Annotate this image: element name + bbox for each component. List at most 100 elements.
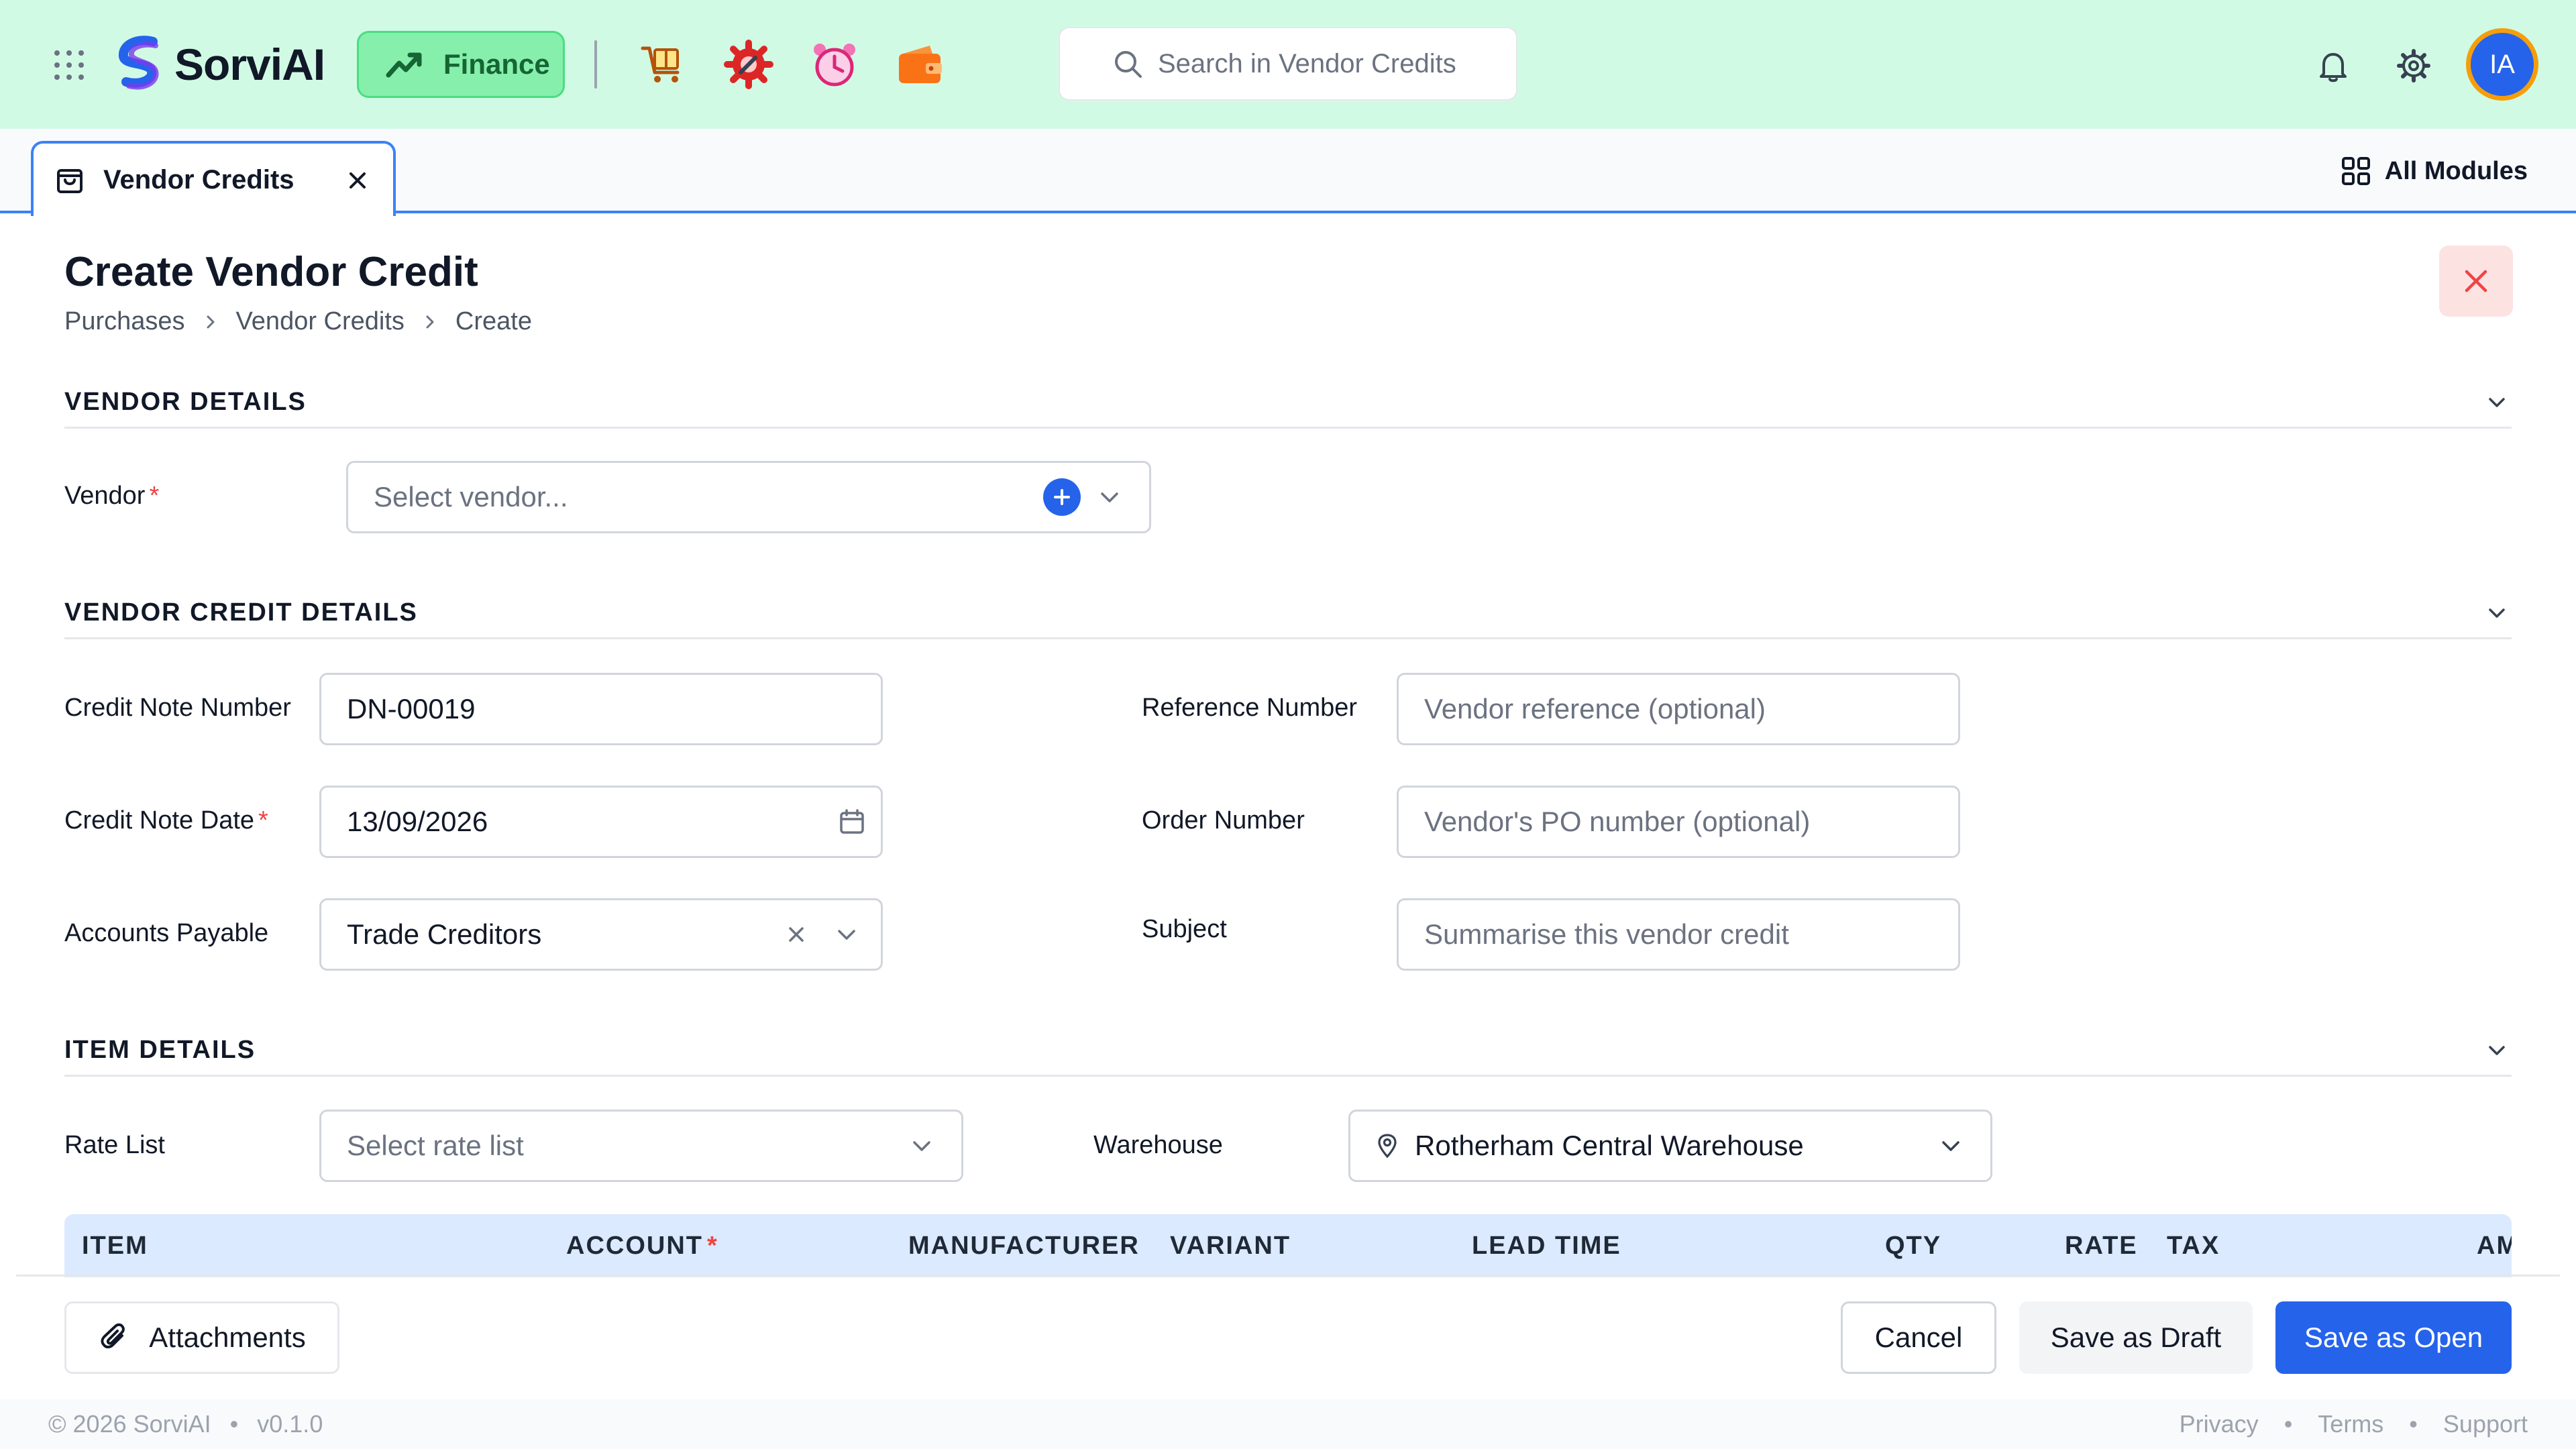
location-pin-icon: [1378, 1134, 1397, 1159]
order-number-label: Order Number: [1142, 806, 1305, 835]
column-header-account: ACCOUNT *: [566, 1232, 718, 1260]
order-number-input[interactable]: Vendor's PO number (optional): [1397, 786, 1960, 858]
user-avatar[interactable]: IA: [2466, 28, 2538, 101]
chevron-right-icon: [426, 315, 434, 328]
divider: [594, 40, 597, 89]
accounts-payable-select[interactable]: Trade Creditors: [319, 898, 883, 971]
module-switch-button[interactable]: Finance: [357, 31, 565, 98]
tab-vendor-credits[interactable]: Vendor Credits: [31, 141, 396, 216]
section-divider: [64, 637, 2512, 639]
vendor-placeholder: Select vendor...: [374, 481, 568, 513]
calendar-icon[interactable]: [838, 808, 866, 836]
credit-note-date-value: 13/09/2026: [347, 806, 488, 837]
column-header-lead-time: LEAD TIME: [1472, 1232, 1621, 1260]
items-table-header: ITEM ACCOUNT * MANUFACTURER VARIANT LEAD …: [64, 1214, 2512, 1277]
credit-note-date-label: Credit Note Date *: [64, 806, 268, 835]
copyright-text: © 2026 SorviAI: [48, 1410, 211, 1438]
vendor-label: Vendor *: [64, 482, 160, 510]
add-vendor-button[interactable]: [1043, 478, 1081, 516]
footer-divider: [16, 1275, 2560, 1277]
support-link[interactable]: Support: [2443, 1410, 2528, 1438]
column-header-tax: TAX: [2167, 1232, 2220, 1260]
reference-number-placeholder: Vendor reference (optional): [1424, 693, 1766, 724]
subject-placeholder: Summarise this vendor credit: [1424, 918, 1789, 950]
terms-link[interactable]: Terms: [2318, 1410, 2383, 1438]
order-number-placeholder: Vendor's PO number (optional): [1424, 806, 1811, 837]
shopping-box-icon[interactable]: [637, 39, 688, 90]
chevron-down-icon[interactable]: [2483, 389, 2510, 416]
plus-icon: [1054, 489, 1070, 505]
attachments-button[interactable]: Attachments: [64, 1301, 339, 1374]
warehouse-value: Rotherham Central Warehouse: [1415, 1130, 1804, 1161]
close-page-button[interactable]: [2439, 246, 2513, 317]
chevron-down-icon: [1101, 492, 1118, 502]
apps-grid-icon: [2341, 157, 2370, 185]
section-title-vendor-details: VENDOR DETAILS: [64, 388, 307, 416]
section-title-credit-details: VENDOR CREDIT DETAILS: [64, 598, 418, 627]
separator: •: [2409, 1410, 2418, 1438]
subject-input[interactable]: Summarise this vendor credit: [1397, 898, 1960, 971]
accounts-payable-value: Trade Creditors: [347, 918, 542, 950]
column-header-rate: RATE: [2065, 1232, 2138, 1260]
gear-wrench-icon[interactable]: [723, 39, 774, 90]
section-title-item-details: ITEM DETAILS: [64, 1036, 256, 1064]
save-draft-button[interactable]: Save as Draft: [2019, 1301, 2253, 1374]
chevron-down-icon[interactable]: [2483, 1037, 2510, 1064]
all-modules-button[interactable]: All Modules: [2341, 156, 2528, 186]
all-modules-label: All Modules: [2384, 156, 2528, 185]
credit-note-number-input[interactable]: DN-00019: [319, 673, 883, 745]
breadcrumb-item[interactable]: Vendor Credits: [236, 307, 405, 336]
settings-gear-icon[interactable]: [2396, 48, 2431, 83]
credit-note-number-value: DN-00019: [347, 693, 476, 724]
shopping-bag-icon: [57, 169, 83, 193]
clear-icon[interactable]: [784, 922, 808, 947]
top-bar: SorviAI Finance Search in Vendor Credits…: [0, 0, 2576, 129]
column-header-variant: VARIANT: [1170, 1232, 1291, 1260]
section-divider: [64, 427, 2512, 429]
warehouse-label: Warehouse: [1093, 1131, 1223, 1159]
app-name: SorviAI: [174, 40, 325, 89]
breadcrumb: Purchases Vendor Credits Create: [64, 307, 532, 336]
section-divider: [64, 1075, 2512, 1077]
accounts-payable-label: Accounts Payable: [64, 919, 269, 947]
close-icon: [2465, 270, 2487, 292]
close-icon[interactable]: [346, 169, 369, 192]
chevron-right-icon: [207, 315, 215, 328]
tab-label: Vendor Credits: [103, 164, 294, 195]
logo-icon: [119, 36, 159, 90]
cancel-button[interactable]: Cancel: [1841, 1301, 1996, 1374]
chevron-down-icon: [1942, 1141, 1960, 1151]
subject-label: Subject: [1142, 915, 1227, 943]
warehouse-select[interactable]: Rotherham Central Warehouse: [1348, 1110, 1992, 1182]
rate-list-placeholder: Select rate list: [347, 1130, 524, 1161]
breadcrumb-item[interactable]: Purchases: [64, 307, 185, 336]
reference-number-label: Reference Number: [1142, 694, 1358, 722]
chevron-down-icon[interactable]: [2483, 600, 2510, 627]
bell-icon[interactable]: [2316, 48, 2351, 83]
paperclip-icon: [101, 1323, 125, 1348]
search-placeholder: Search in Vendor Credits: [1158, 48, 1456, 78]
column-header-manufacturer: MANUFACTURER: [908, 1232, 1140, 1260]
column-header-amount: AM: [2477, 1232, 2512, 1260]
alarm-clock-icon[interactable]: [809, 39, 860, 90]
reference-number-input[interactable]: Vendor reference (optional): [1397, 673, 1960, 745]
grid-icon[interactable]: [52, 48, 86, 82]
vendor-select[interactable]: Select vendor...: [346, 461, 1151, 533]
rate-list-label: Rate List: [64, 1131, 165, 1159]
search-icon: [1115, 51, 1142, 78]
trend-up-icon: [386, 52, 422, 78]
status-bar: © 2026 SorviAI • v0.1.0 Privacy • Terms …: [0, 1399, 2576, 1449]
chevron-down-icon: [838, 930, 855, 940]
credit-note-date-input[interactable]: 13/09/2026: [319, 786, 883, 858]
rate-list-select[interactable]: Select rate list: [319, 1110, 963, 1182]
search-input[interactable]: Search in Vendor Credits: [1059, 27, 1517, 101]
tab-strip: Vendor Credits All Modules: [0, 129, 2576, 216]
wallet-icon[interactable]: [895, 39, 946, 90]
privacy-link[interactable]: Privacy: [2180, 1410, 2259, 1438]
credit-note-number-label: Credit Note Number: [64, 694, 291, 722]
save-open-button[interactable]: Save as Open: [2275, 1301, 2512, 1374]
column-header-qty: QTY: [1885, 1232, 1942, 1260]
module-label: Finance: [443, 48, 550, 80]
breadcrumb-item: Create: [455, 307, 532, 335]
chevron-down-icon: [913, 1141, 930, 1151]
